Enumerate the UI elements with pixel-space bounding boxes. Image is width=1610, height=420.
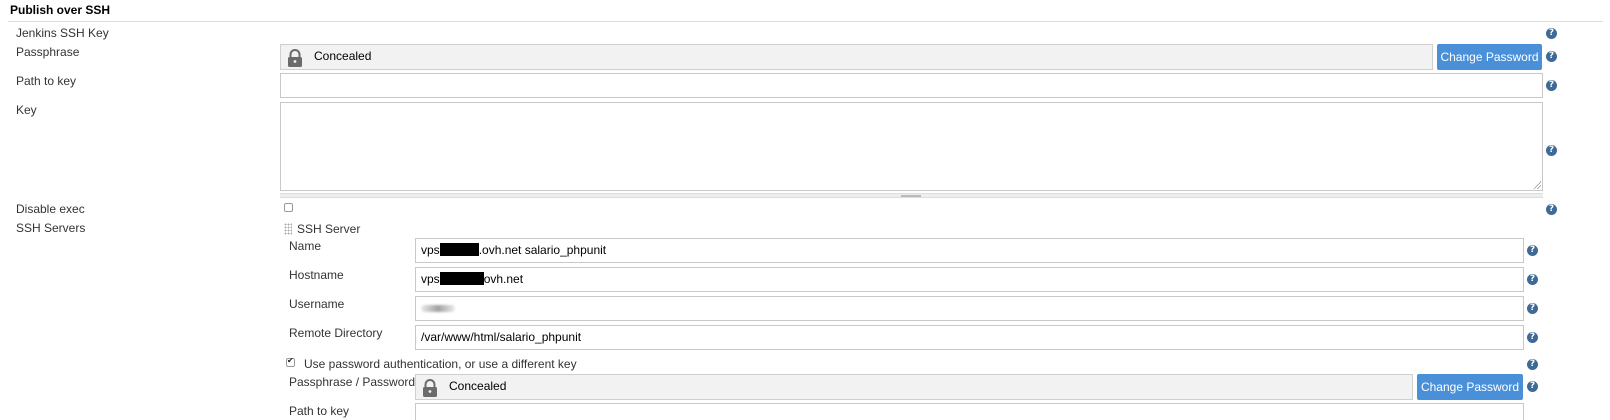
- server-name-input[interactable]: vps .ovh.net salario_phpunit: [415, 238, 1524, 263]
- passphrase-value: Concealed: [314, 49, 372, 63]
- lock-icon: [288, 49, 302, 67]
- passphrase-password-concealed-field: Concealed: [415, 374, 1413, 400]
- help-icon[interactable]: ?: [1527, 332, 1538, 343]
- hostname-label: Hostname: [289, 268, 344, 282]
- server-path-to-key-input[interactable]: [415, 403, 1524, 420]
- path-to-key-label: Path to key: [16, 74, 77, 88]
- remote-directory-label: Remote Directory: [289, 326, 383, 340]
- help-icon[interactable]: ?: [1527, 381, 1538, 392]
- help-icon[interactable]: ?: [1546, 204, 1557, 215]
- use-password-auth-checkbox[interactable]: [286, 356, 295, 367]
- remote-directory-input[interactable]: /var/www/html/salario_phpunit: [415, 325, 1524, 350]
- passphrase-password-label: Passphrase / Password: [289, 375, 416, 389]
- server-name-suffix: .ovh.net salario_phpunit: [478, 243, 607, 257]
- use-password-auth-label: Use password authentication, or use a di…: [304, 357, 577, 371]
- passphrase-password-value: Concealed: [449, 379, 507, 393]
- help-icon[interactable]: ?: [1546, 145, 1557, 156]
- jenkins-ssh-key-label: Jenkins SSH Key: [16, 26, 109, 40]
- help-icon[interactable]: ?: [1527, 274, 1538, 285]
- ssh-servers-label: SSH Servers: [16, 221, 86, 235]
- blurred-username: [421, 305, 455, 312]
- help-icon[interactable]: ?: [1546, 51, 1557, 62]
- splitter-grip[interactable]: [901, 195, 921, 197]
- help-icon[interactable]: ?: [1527, 303, 1538, 314]
- redacted-block: [439, 272, 484, 285]
- hostname-input[interactable]: vps ovh.net: [415, 267, 1524, 292]
- redacted-block: [439, 243, 479, 256]
- username-input[interactable]: [415, 296, 1524, 321]
- help-icon[interactable]: ?: [1546, 80, 1557, 91]
- key-textarea[interactable]: [280, 102, 1543, 191]
- help-icon[interactable]: ?: [1527, 359, 1538, 370]
- passphrase-label: Passphrase: [16, 45, 80, 59]
- hostname-suffix: ovh.net: [483, 272, 524, 286]
- change-password-button[interactable]: Change Password: [1437, 44, 1542, 70]
- section-title: Publish over SSH: [10, 3, 111, 17]
- disable-exec-checkbox[interactable]: [284, 203, 293, 212]
- server-name-label: Name: [289, 239, 322, 253]
- key-label: Key: [16, 103, 37, 117]
- change-password-button[interactable]: Change Password: [1417, 374, 1523, 400]
- server-name-prefix: vps: [421, 243, 440, 257]
- help-icon[interactable]: ?: [1546, 28, 1557, 39]
- help-icon[interactable]: ?: [1527, 245, 1538, 256]
- section-divider: [8, 21, 1603, 22]
- lock-icon: [423, 379, 437, 397]
- server-path-to-key-label: Path to key: [289, 404, 350, 418]
- disable-exec-label: Disable exec: [16, 202, 85, 216]
- path-to-key-input[interactable]: [280, 73, 1543, 98]
- ssh-server-header: SSH Server: [297, 222, 361, 236]
- drag-handle-icon[interactable]: [284, 223, 292, 235]
- passphrase-concealed-field: Concealed: [280, 44, 1433, 70]
- resize-handle[interactable]: [1533, 181, 1541, 189]
- hostname-prefix: vps: [421, 272, 440, 286]
- username-label: Username: [289, 297, 345, 311]
